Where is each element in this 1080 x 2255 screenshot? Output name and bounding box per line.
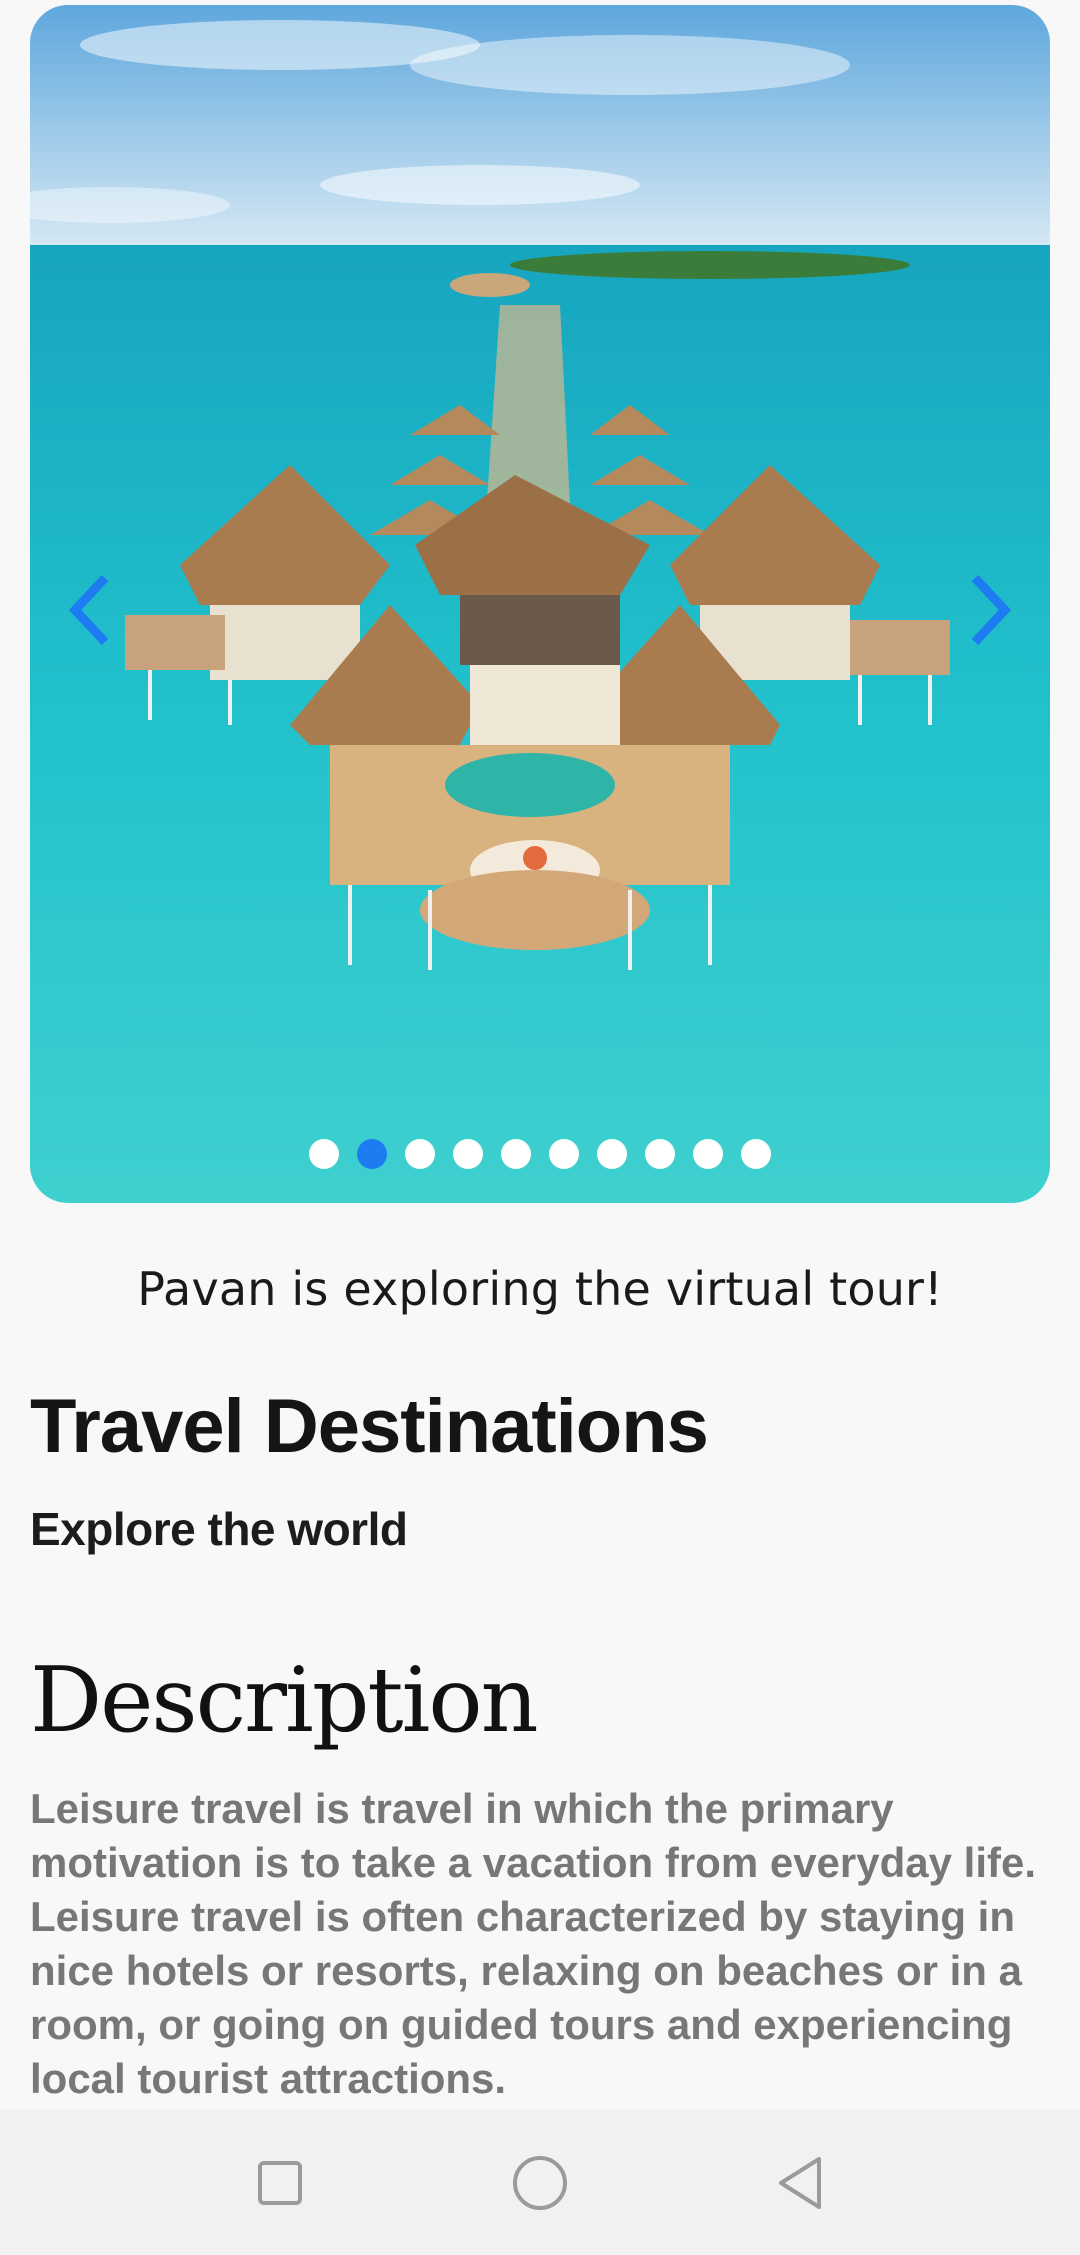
carousel-dot-8[interactable]: [645, 1139, 675, 1169]
carousel-dot-3[interactable]: [405, 1139, 435, 1169]
carousel-dot-10[interactable]: [741, 1139, 771, 1169]
chevron-right-icon: [971, 574, 1012, 646]
recent-apps-button[interactable]: [240, 2143, 320, 2223]
carousel-dot-2-active[interactable]: [357, 1139, 387, 1169]
description-heading: Description: [30, 1648, 539, 1753]
carousel-dot-4[interactable]: [453, 1139, 483, 1169]
carousel-dot-7[interactable]: [597, 1139, 627, 1169]
system-navigation-bar: [0, 2110, 1080, 2255]
carousel-dot-9[interactable]: [693, 1139, 723, 1169]
overwater-villas-photo: [30, 5, 1050, 1203]
square-icon: [258, 2160, 302, 2205]
carousel-indicators: [30, 1139, 1050, 1171]
previous-slide-button[interactable]: [55, 560, 125, 660]
next-slide-button[interactable]: [955, 560, 1025, 660]
description-text: Leisure travel is travel in which the pr…: [30, 1785, 1037, 2102]
page-title: Travel Destinations: [30, 1384, 709, 1469]
home-button[interactable]: [500, 2143, 580, 2223]
page-subtitle: Explore the world: [30, 1503, 408, 1555]
carousel-dot-1[interactable]: [309, 1139, 339, 1169]
circle-icon: [513, 2155, 567, 2210]
virtual-tour-caption: Pavan is exploring the virtual tour!: [137, 1262, 943, 1316]
chevron-left-icon: [68, 574, 109, 646]
triangle-back-icon: [779, 2156, 821, 2209]
back-button[interactable]: [760, 2143, 840, 2223]
carousel-dot-6[interactable]: [549, 1139, 579, 1169]
carousel-dot-5[interactable]: [501, 1139, 531, 1169]
image-carousel[interactable]: [30, 5, 1050, 1203]
